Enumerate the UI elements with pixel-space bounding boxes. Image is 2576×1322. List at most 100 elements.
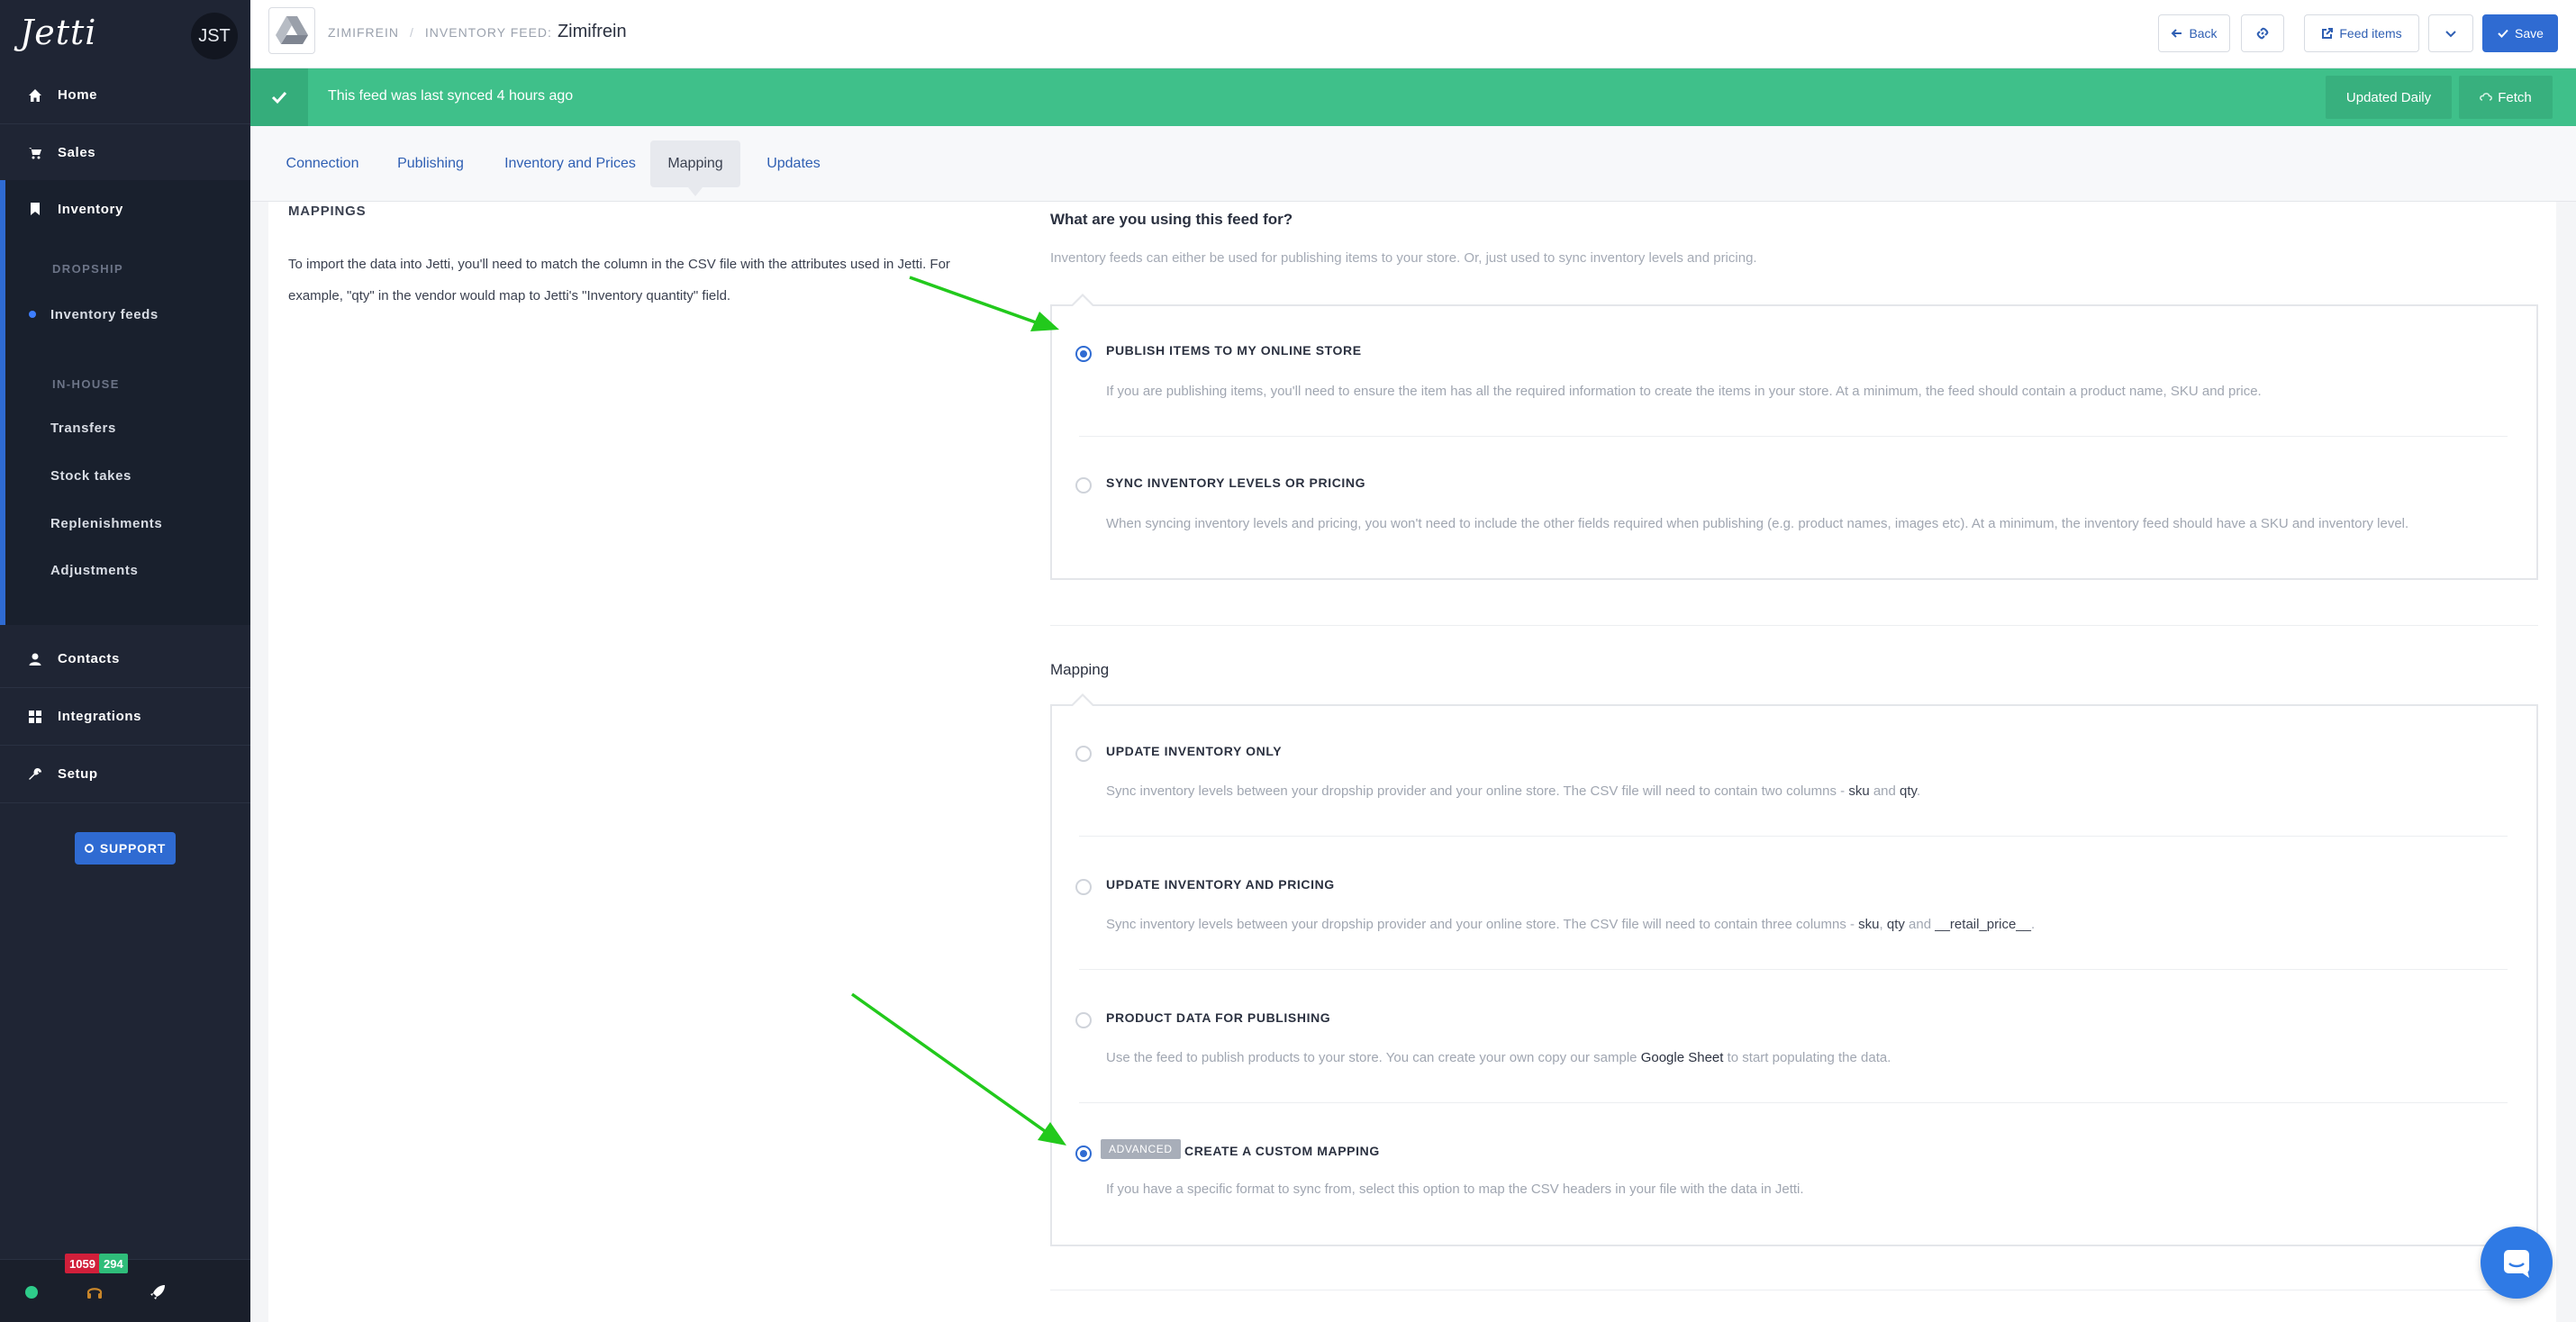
fetch-button[interactable]: Fetch [2459,76,2553,119]
option-custom-mapping-desc: If you have a specific format to sync fr… [1106,1182,1804,1197]
option-inventory-only-desc: Sync inventory levels between your drops… [1106,783,1921,799]
fetch-label: Fetch [2498,89,2532,105]
option-product-data-desc: Use the feed to publish products to your… [1106,1050,1891,1065]
breadcrumb-type: INVENTORY FEED: [424,25,552,40]
option-sync-label[interactable]: SYNC INVENTORY LEVELS OR PRICING [1106,475,1365,490]
tab-updates[interactable]: Updates [751,140,836,187]
sidebar-item-replenishments[interactable]: Replenishments [50,516,162,531]
sidebar-item-label: Setup [58,766,98,782]
mappings-description: To import the data into Jetti, you'll ne… [288,257,950,303]
sidebar-item-setup[interactable]: Setup [0,746,250,803]
wrench-icon [27,766,43,783]
status-dot[interactable] [25,1286,38,1299]
tab-publishing[interactable]: Publishing [385,140,476,187]
sync-status-text: This feed was last synced 4 hours ago [328,88,574,104]
active-dot [29,311,36,318]
headset-icon[interactable] [85,1282,104,1302]
banner-check-box [250,68,308,126]
divider [1079,969,2508,970]
radio-product-data[interactable] [1075,1012,1092,1028]
breadcrumb-vendor[interactable]: ZIMIFREIN [328,25,399,40]
option-custom-mapping-label[interactable]: CREATE A CUSTOM MAPPING [1184,1144,1380,1158]
section-inhouse: IN-HOUSE [52,377,120,391]
tab-connection[interactable]: Connection [270,140,375,187]
support-button[interactable]: SUPPORT [75,832,176,865]
back-button[interactable]: Back [2158,14,2230,52]
breadcrumb: ZIMIFREIN / INVENTORY FEED: Zimifrein [328,22,627,41]
back-label: Back [2189,26,2218,41]
feed-items-label: Feed items [2339,26,2402,41]
mapping-title: Mapping [1050,661,1110,678]
sidebar-item-integrations[interactable]: Integrations [0,688,250,746]
radio-custom-mapping[interactable] [1075,1145,1092,1162]
save-label: Save [2515,26,2544,41]
support-icon [84,844,94,853]
support-label: SUPPORT [99,841,167,856]
sidebar-item-label: Integrations [58,709,142,724]
cloud-download-icon [2480,93,2493,101]
option-sync-desc: When syncing inventory levels and pricin… [1106,516,2409,531]
bookmark-icon [27,201,43,217]
google-sheet-link[interactable]: Google Sheet [1641,1050,1724,1065]
sidebar-item-transfers[interactable]: Transfers [50,421,116,436]
person-icon [27,651,43,667]
sidebar-item-label: Home [58,87,98,103]
mappings-heading: MAPPINGS [288,204,367,219]
sidebar-item-label: Contacts [58,651,120,666]
radio-update-inventory-pricing[interactable] [1075,879,1092,895]
check-icon [271,91,287,104]
cart-icon [27,145,43,161]
section-dropship: DROPSHIP [52,262,124,276]
advanced-badge: ADVANCED [1101,1139,1181,1159]
usage-question: What are you using this feed for? [1050,211,1293,228]
usage-subtitle: Inventory feeds can either be used for p… [1050,250,1757,266]
tab-inventory-and-prices[interactable]: Inventory and Prices [490,140,650,187]
feed-items-button[interactable]: Feed items [2304,14,2419,52]
option-inventory-only-label[interactable]: UPDATE INVENTORY ONLY [1106,744,1282,758]
radio-sync-inventory[interactable] [1075,477,1092,493]
check-icon [2498,29,2508,38]
sidebar-item-contacts[interactable]: Contacts [0,630,250,688]
updated-daily-button[interactable]: Updated Daily [2326,76,2452,119]
user-avatar[interactable]: JST [191,13,238,59]
more-dropdown-button[interactable] [2428,14,2473,52]
tab-bar: Connection Publishing Inventory and Pric… [250,126,2576,202]
sidebar-item-label: Sales [58,145,96,160]
sidebar-item-sales[interactable]: Sales [0,124,250,182]
inventory-group: Inventory [0,180,250,625]
radio-publish-items[interactable] [1075,346,1092,362]
option-publish-desc: If you are publishing items, you'll need… [1106,384,2262,399]
sidebar-item-inventory[interactable]: Inventory [5,180,256,238]
home-icon [27,87,43,104]
radio-update-inventory-only[interactable] [1075,746,1092,762]
ok-count-badge[interactable]: 294 [99,1254,128,1273]
sidebar: Jetti JST Home Sales Inventory DROPSHIP … [0,0,250,1322]
rocket-icon[interactable] [148,1282,168,1302]
sidebar-item-stock-takes[interactable]: Stock takes [50,468,132,484]
sync-status-banner: This feed was last synced 4 hours ago Up… [250,68,2576,126]
link-icon [2256,27,2269,40]
top-header: ZIMIFREIN / INVENTORY FEED: Zimifrein Back … [250,0,2576,68]
chat-widget-button[interactable] [2481,1227,2553,1299]
divider [1079,836,2508,837]
chat-icon [2504,1250,2529,1278]
tab-mapping[interactable]: Mapping [650,140,740,196]
google-drive-logo [268,7,315,54]
jetti-logo[interactable]: Jetti [20,13,96,52]
external-link-icon [2322,28,2334,39]
sidebar-item-adjustments[interactable]: Adjustments [50,563,138,578]
divider [1079,436,2508,437]
save-button[interactable]: Save [2482,14,2558,52]
chevron-down-icon [2445,31,2456,38]
sidebar-item-label: Inventory [58,201,123,217]
option-product-data-label[interactable]: PRODUCT DATA FOR PUBLISHING [1106,1010,1330,1025]
option-publish-label[interactable]: PUBLISH ITEMS TO MY ONLINE STORE [1106,343,1362,358]
drive-icon [276,16,308,44]
link-button[interactable] [2241,14,2284,52]
option-inventory-pricing-desc: Sync inventory levels between your drops… [1106,917,2036,932]
sidebar-item-inventory-feeds[interactable]: Inventory feeds [50,307,159,322]
page-title: Zimifrein [557,22,627,41]
sidebar-item-home[interactable]: Home [0,67,250,124]
alert-count-badge[interactable]: 1059 [65,1254,100,1273]
option-inventory-pricing-label[interactable]: UPDATE INVENTORY AND PRICING [1106,877,1335,892]
